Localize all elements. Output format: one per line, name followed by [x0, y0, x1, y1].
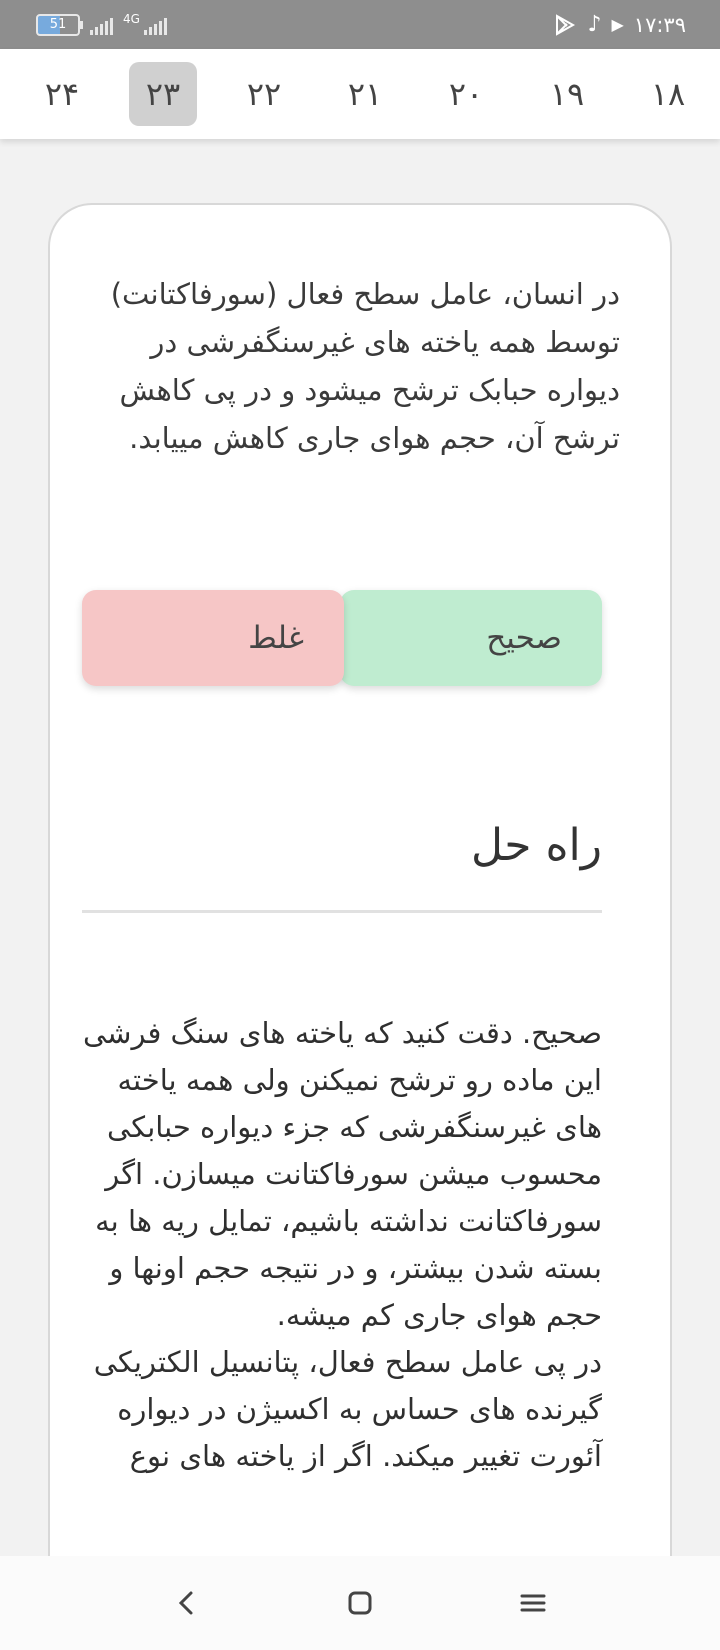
back-icon [178, 1591, 193, 1615]
play-icon: ▶ [611, 15, 624, 34]
tab-23[interactable]: ۲۳ [129, 62, 197, 126]
solution-paragraph-2: در پی عامل سطح فعال، پتانسیل الکتریکی گی… [93, 1345, 602, 1473]
tab-18[interactable]: ۱۸ [634, 62, 702, 126]
play-store-icon [556, 13, 576, 36]
solution-paragraph-1: صحیح. دقت کنید که یاخته های سنگ فرشی این… [83, 1016, 602, 1332]
system-nav-bar [0, 1556, 720, 1650]
solution-title: راه حل [470, 820, 602, 871]
tab-19[interactable]: ۱۹ [533, 62, 601, 126]
solution-text: صحیح. دقت کنید که یاخته های سنگ فرشی این… [72, 1010, 602, 1480]
question-text: در انسان، عامل سطح فعال (سورفاکتانت) توس… [110, 277, 620, 455]
status-right: ♪ ▶ ۱۷:۳۹ [553, 12, 686, 37]
tab-24[interactable]: ۲۴ [28, 62, 96, 126]
signal-icon [90, 15, 113, 35]
home-icon [348, 1591, 372, 1615]
tab-20[interactable]: ۲۰ [432, 62, 500, 126]
signal-icon-2 [143, 15, 167, 35]
back-button[interactable] [157, 1573, 217, 1633]
network-type: 4G [123, 11, 140, 26]
recents-button[interactable] [503, 1573, 563, 1633]
home-button[interactable] [330, 1573, 390, 1633]
question-card: در انسان، عامل سطح فعال (سورفاکتانت) توس… [48, 203, 672, 1563]
tiktok-icon: ♪ [587, 12, 602, 37]
tab-21[interactable]: ۲۱ [331, 62, 399, 126]
battery-level: 51 [49, 17, 67, 32]
status-bar: 51 4G ♪ ▶ ۱۷:۳۹ [0, 0, 720, 49]
battery-icon: 51 [36, 13, 83, 36]
correct-button[interactable]: صحیح [340, 590, 602, 686]
divider [82, 910, 602, 913]
menu-icon [520, 1594, 546, 1612]
clock: ۱۷:۳۹ [633, 12, 686, 37]
wrong-button[interactable]: غلط [82, 590, 344, 686]
tab-22[interactable]: ۲۲ [230, 62, 298, 126]
status-left: 51 4G [36, 11, 167, 36]
question-number-tabs: ۲۴ ۲۳ ۲۲ ۲۱ ۲۰ ۱۹ ۱۸ [0, 49, 720, 139]
